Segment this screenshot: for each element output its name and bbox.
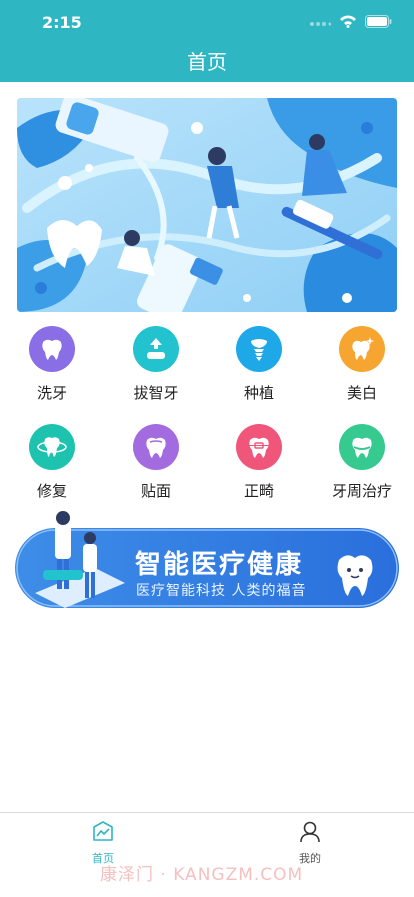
watermark: 康泽门 · KANGZM.COM [100, 865, 304, 885]
status-time: 2:15 [42, 13, 82, 32]
service-label: 正畸 [243, 482, 274, 500]
wifi-icon [339, 13, 357, 32]
promo-banner[interactable]: 智能医疗健康 医疗智能科技 人类的福音 [15, 508, 399, 612]
service-label: 种植 [243, 384, 274, 402]
user-icon [270, 821, 350, 846]
service-label: 牙周治疗 [331, 482, 392, 500]
implant-icon [236, 326, 282, 372]
braces-icon [236, 424, 282, 470]
promo-title: 智能医疗健康 [135, 550, 304, 580]
service-item-cleaning[interactable]: 洗牙 [0, 326, 104, 403]
header: 2:15 首页 [0, 0, 414, 82]
service-item-veneer[interactable]: 贴面 [104, 424, 208, 501]
service-label: 贴面 [140, 482, 171, 500]
tooth-extract-icon [133, 326, 179, 372]
service-label: 美白 [346, 384, 377, 402]
tooth-gum-icon [339, 424, 385, 470]
tooth-icon [29, 326, 75, 372]
service-label: 修复 [36, 482, 67, 500]
battery-icon [365, 13, 392, 32]
service-label: 洗牙 [36, 384, 67, 402]
tooth-mascot-icon [333, 550, 377, 604]
service-item-periodontal[interactable]: 牙周治疗 [310, 424, 414, 501]
service-item-wisdom-tooth[interactable]: 拔智牙 [104, 326, 208, 403]
service-item-implant[interactable]: 种植 [207, 326, 311, 403]
service-label: 拔智牙 [133, 384, 179, 402]
promo-subtitle: 医疗智能科技 人类的福音 [136, 583, 307, 599]
tooth-ring-icon [29, 424, 75, 470]
service-item-orthodontics[interactable]: 正畸 [207, 424, 311, 501]
tooth-sparkle-icon [339, 326, 385, 372]
signal-icon [309, 13, 332, 32]
service-item-whitening[interactable]: 美白 [310, 326, 414, 403]
page-title: 首页 [187, 50, 227, 74]
tooth-veneer-icon [133, 424, 179, 470]
banner-illustration [17, 98, 397, 312]
status-icons [309, 13, 392, 32]
service-item-restoration[interactable]: 修复 [0, 424, 104, 501]
hero-banner[interactable] [17, 98, 397, 312]
home-chart-icon [63, 821, 143, 844]
